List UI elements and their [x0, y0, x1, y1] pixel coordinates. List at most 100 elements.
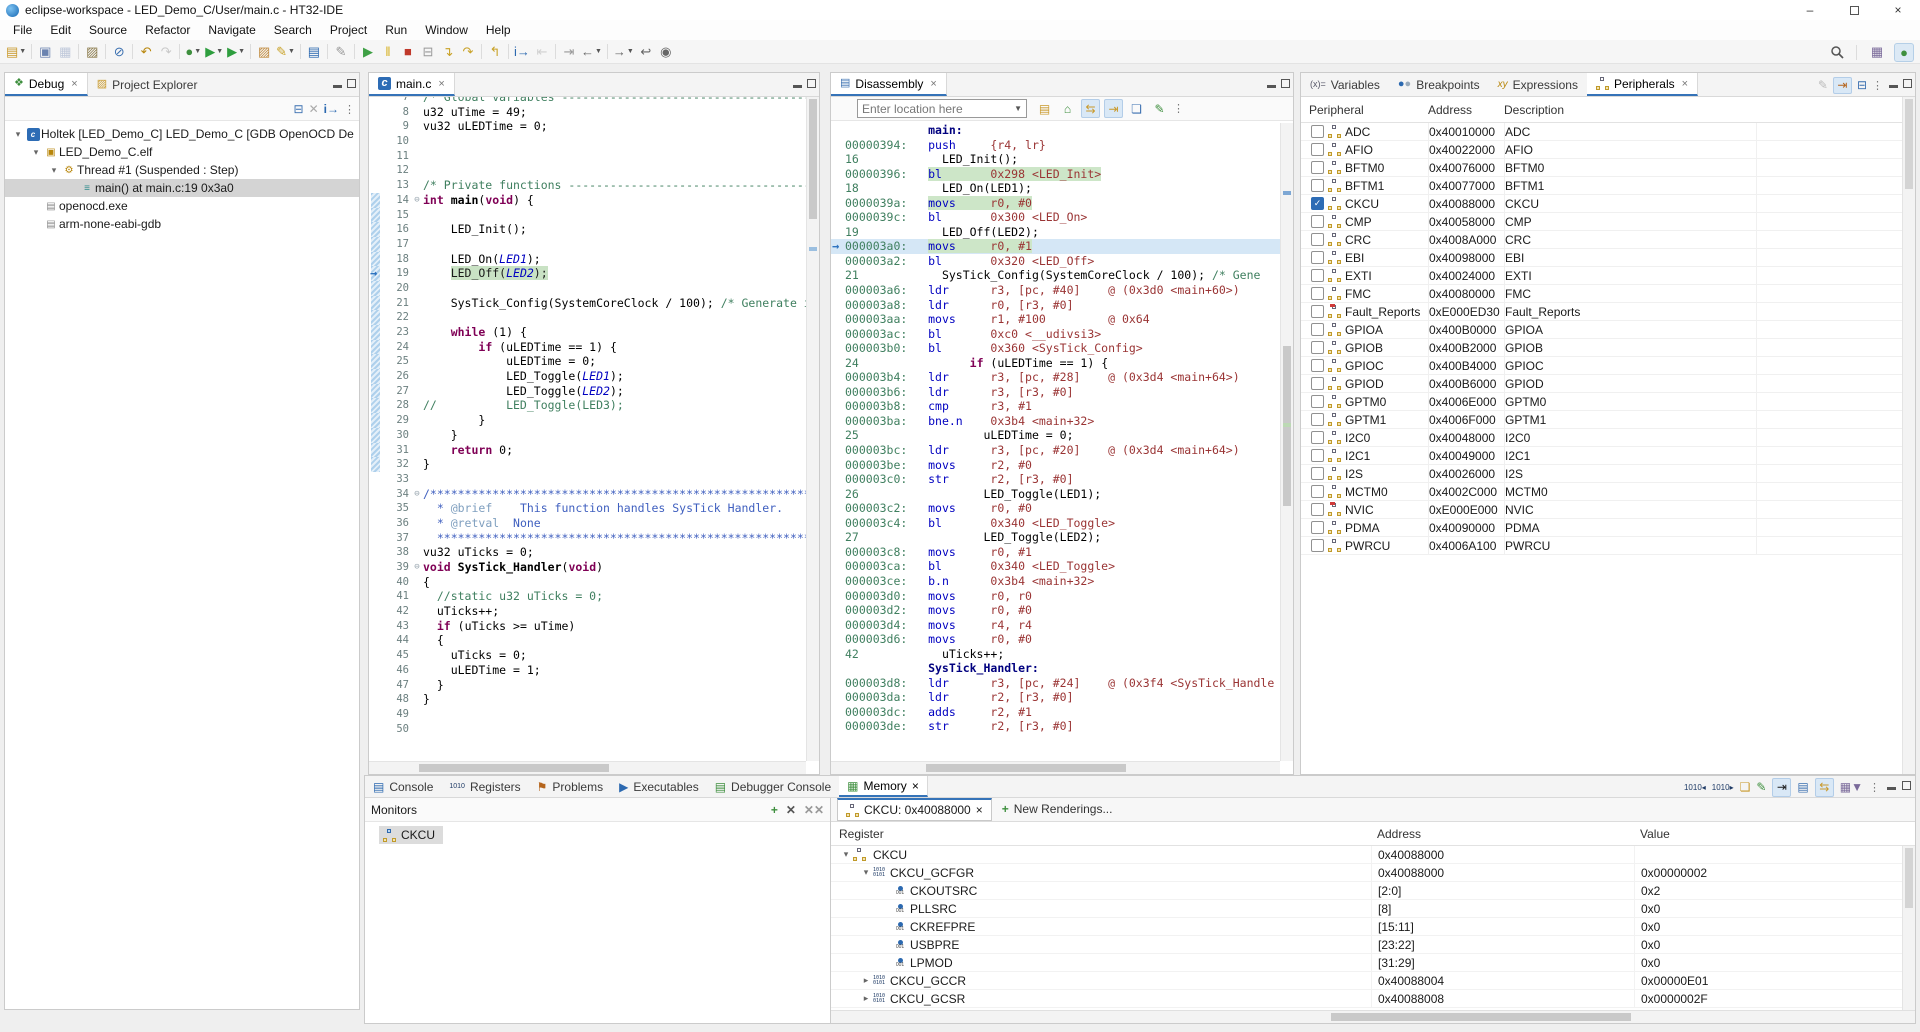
- peripheral-row[interactable]: I2C10x40049000I2C1: [1301, 447, 1915, 465]
- line-number[interactable]: 20: [383, 281, 411, 296]
- editor-annotation-ruler[interactable]: [369, 487, 383, 502]
- editor-annotation-ruler[interactable]: [369, 604, 383, 619]
- new-view-icon[interactable]: ❏: [1127, 99, 1146, 118]
- disassembly-line[interactable]: 0000039c: bl 0x300 <LED_On>: [831, 210, 1280, 225]
- disassembly-line[interactable]: 27 LED_Toggle(LED2);: [831, 530, 1280, 545]
- menu-edit[interactable]: Edit: [41, 21, 80, 39]
- peripheral-checkbox[interactable]: [1311, 413, 1324, 426]
- chevron-down-icon[interactable]: ▼: [216, 48, 223, 55]
- line-number[interactable]: 22: [383, 310, 411, 325]
- current-line-marker[interactable]: →: [369, 266, 383, 281]
- expander-icon[interactable]: ▾: [839, 849, 853, 860]
- tab-debugger-console[interactable]: ▤Debugger Console: [707, 776, 839, 797]
- terminate-icon[interactable]: ■: [398, 42, 418, 62]
- editor-annotation-ruler[interactable]: [369, 340, 383, 355]
- editor-line[interactable]: 10: [369, 134, 806, 149]
- code-text[interactable]: }: [423, 678, 806, 693]
- disassembly-line[interactable]: →000003a0: movs r0, #1: [831, 239, 1280, 254]
- editor-annotation-ruler[interactable]: [369, 575, 383, 590]
- peripheral-row[interactable]: I2S0x40026000I2S: [1301, 465, 1915, 483]
- editor-line[interactable]: 26 LED_Toggle(LED1);: [369, 369, 806, 384]
- editor-annotation-ruler[interactable]: [369, 384, 383, 399]
- editor-annotation-ruler[interactable]: [369, 222, 383, 237]
- chevron-down-icon[interactable]: ▼: [238, 48, 245, 55]
- code-text[interactable]: /* Global variables --------------------…: [423, 97, 806, 105]
- peripheral-checkbox[interactable]: [1311, 179, 1324, 192]
- editor-annotation-ruler[interactable]: [369, 398, 383, 413]
- editor-line[interactable]: 37 *************************************…: [369, 531, 806, 546]
- editor-line[interactable]: 8u32 uTime = 49;: [369, 105, 806, 120]
- editor-annotation-ruler[interactable]: [369, 443, 383, 458]
- peripheral-checkbox[interactable]: [1311, 449, 1324, 462]
- editor-line[interactable]: 11: [369, 149, 806, 164]
- peripheral-row[interactable]: ADC0x40010000ADC: [1301, 123, 1915, 141]
- editor-vertical-scrollbar[interactable]: [806, 97, 819, 761]
- peripheral-row[interactable]: GPIOC0x400B4000GPIOC: [1301, 357, 1915, 375]
- tab-peripherals[interactable]: Peripherals ×: [1587, 73, 1698, 96]
- line-number[interactable]: 40: [383, 575, 411, 590]
- code-text[interactable]: }: [423, 457, 806, 472]
- code-text[interactable]: LED_Toggle(LED1);: [423, 369, 806, 384]
- editor-line[interactable]: 34⊖/************************************…: [369, 487, 806, 502]
- code-text[interactable]: int main(void) {: [423, 193, 806, 208]
- code-text[interactable]: //static u32 uTicks = 0;: [423, 589, 806, 604]
- pin-memory-icon[interactable]: ✎: [1756, 780, 1766, 794]
- editor-annotation-ruler[interactable]: [369, 722, 383, 737]
- code-editor[interactable]: 7/* Global variables -------------------…: [369, 97, 806, 761]
- new-wizard-icon[interactable]: ▤▼: [4, 42, 28, 62]
- step-into-icon[interactable]: ↴: [438, 42, 458, 62]
- close-icon[interactable]: ×: [1682, 78, 1688, 90]
- maximize-view-icon[interactable]: [1902, 781, 1911, 793]
- disassembly-line[interactable]: 000003c2: movs r0, #0: [831, 501, 1280, 516]
- code-text[interactable]: }: [423, 413, 806, 428]
- editor-annotation-ruler[interactable]: [369, 208, 383, 223]
- line-number[interactable]: 30: [383, 428, 411, 443]
- close-icon[interactable]: ×: [71, 78, 77, 90]
- disassembly-line[interactable]: 25 uLEDTime = 0;: [831, 428, 1280, 443]
- code-text[interactable]: vu32 uTicks = 0;: [423, 545, 806, 560]
- editor-annotation-ruler[interactable]: [369, 281, 383, 296]
- code-text[interactable]: uLEDTime = 0;: [423, 354, 806, 369]
- fold-minus-icon[interactable]: ⊖: [411, 487, 423, 502]
- code-text[interactable]: u32 uTime = 49;: [423, 105, 806, 120]
- editor-line[interactable]: 50: [369, 722, 806, 737]
- step-over-icon[interactable]: ↷: [458, 42, 478, 62]
- editor-line[interactable]: 17: [369, 237, 806, 252]
- close-icon[interactable]: ×: [976, 803, 983, 817]
- tab-problems[interactable]: ⚑Problems: [529, 776, 611, 797]
- editor-line[interactable]: 28// LED_Toggle(LED3);: [369, 398, 806, 413]
- editor-line[interactable]: 27 LED_Toggle(LED2);: [369, 384, 806, 399]
- undo-icon[interactable]: ↶: [136, 42, 156, 62]
- debug-tree-row[interactable]: ▾▣LED_Demo_C.elf: [5, 143, 359, 161]
- editor-annotation-ruler[interactable]: [369, 619, 383, 634]
- line-number[interactable]: 45: [383, 648, 411, 663]
- external-tools-icon[interactable]: ▨: [254, 42, 274, 62]
- disassembly-line[interactable]: 19 LED_Off(LED2);: [831, 225, 1280, 240]
- menu-run[interactable]: Run: [376, 21, 416, 39]
- peripheral-checkbox[interactable]: [1311, 125, 1324, 138]
- minimize-view-icon[interactable]: [1889, 79, 1898, 91]
- editor-line[interactable]: 16 LED_Init();: [369, 222, 806, 237]
- disassembly-line[interactable]: 000003ac: bl 0xc0 <__udivsi3>: [831, 327, 1280, 342]
- line-number[interactable]: 47: [383, 678, 411, 693]
- code-text[interactable]: ****************************************…: [423, 531, 806, 546]
- register-row[interactable]: ▾CKCU0x40088000: [831, 846, 1915, 864]
- disassembly-line[interactable]: 00000394: push {r4, lr}: [831, 138, 1280, 153]
- forward-icon[interactable]: →▼: [611, 42, 636, 62]
- line-number[interactable]: 14: [383, 193, 411, 208]
- line-number[interactable]: 49: [383, 707, 411, 722]
- line-number[interactable]: 29: [383, 413, 411, 428]
- disassembly-line[interactable]: 000003a2: bl 0x320 <LED_Off>: [831, 254, 1280, 269]
- line-number[interactable]: 33: [383, 472, 411, 487]
- peripheral-checkbox[interactable]: [1311, 485, 1324, 498]
- save-all-icon[interactable]: ▦: [55, 42, 75, 62]
- editor-line[interactable]: 20: [369, 281, 806, 296]
- follow-execution-icon[interactable]: ⇥: [1104, 99, 1123, 118]
- disconnect-icon[interactable]: ⊟: [418, 42, 438, 62]
- editor-annotation-ruler[interactable]: [369, 692, 383, 707]
- editor-annotation-ruler[interactable]: [369, 663, 383, 678]
- minimize-view-icon[interactable]: [333, 79, 342, 91]
- detach-icon[interactable]: ✎: [331, 42, 351, 62]
- disassembly-line[interactable]: 000003d8: ldr r3, [pc, #24] @ (0x3f4 <Sy…: [831, 676, 1280, 691]
- code-text[interactable]: }: [423, 428, 806, 443]
